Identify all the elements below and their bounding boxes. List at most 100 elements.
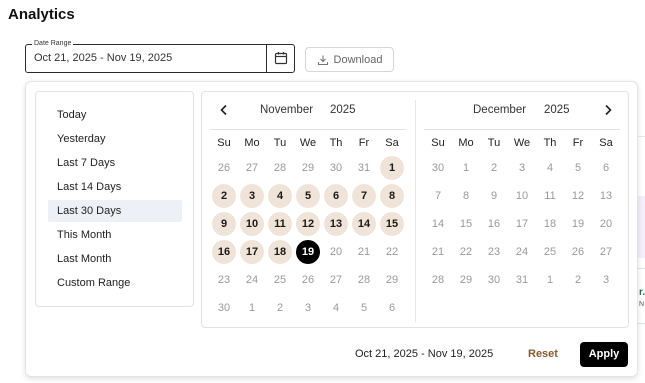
calendar-day[interactable]: 16 (482, 212, 506, 236)
calendar-day[interactable]: 1 (538, 268, 562, 292)
calendar-day[interactable]: 17 (240, 240, 264, 264)
calendar-day[interactable]: 4 (268, 184, 292, 208)
apply-button[interactable]: Apply (580, 342, 628, 367)
preset-last-30-days[interactable]: Last 30 Days (48, 200, 182, 222)
calendar-day[interactable]: 30 (212, 296, 236, 320)
calendar-day[interactable]: 1 (380, 156, 404, 180)
calendar-day[interactable]: 11 (538, 184, 562, 208)
calendar-day[interactable]: 21 (352, 240, 376, 264)
calendar-day[interactable]: 26 (566, 240, 590, 264)
calendar-day[interactable]: 28 (268, 156, 292, 180)
calendar-day[interactable]: 28 (426, 268, 450, 292)
preset-this-month[interactable]: This Month (48, 224, 182, 246)
calendar-day[interactable]: 25 (268, 268, 292, 292)
calendar-day[interactable]: 13 (324, 212, 348, 236)
reset-button[interactable]: Reset (528, 348, 558, 360)
preset-last-14-days[interactable]: Last 14 Days (48, 176, 182, 198)
calendar-day[interactable]: 29 (296, 156, 320, 180)
calendar-day[interactable]: 25 (538, 240, 562, 264)
calendar-day[interactable]: 15 (454, 212, 478, 236)
calendar-day[interactable]: 10 (240, 212, 264, 236)
calendar-day[interactable]: 1 (240, 296, 264, 320)
calendar-day[interactable]: 10 (510, 184, 534, 208)
preset-yesterday[interactable]: Yesterday (48, 128, 182, 150)
year-label-right: 2025 (544, 104, 570, 116)
calendar-day[interactable]: 12 (296, 212, 320, 236)
calendar-day[interactable]: 29 (454, 268, 478, 292)
calendar-day[interactable]: 18 (538, 212, 562, 236)
calendar-day[interactable]: 9 (482, 184, 506, 208)
calendar-day[interactable]: 27 (594, 240, 618, 264)
calendar-day[interactable]: 8 (380, 184, 404, 208)
calendar-day[interactable]: 26 (296, 268, 320, 292)
calendar-day[interactable]: 5 (296, 184, 320, 208)
calendar-day[interactable]: 2 (482, 156, 506, 180)
calendar-day[interactable]: 22 (454, 240, 478, 264)
calendar-day[interactable]: 24 (240, 268, 264, 292)
preset-last-month[interactable]: Last Month (48, 248, 182, 270)
chevron-right-icon[interactable] (602, 104, 614, 116)
calendar-day[interactable]: 30 (426, 156, 450, 180)
calendar-day[interactable]: 5 (352, 296, 376, 320)
calendar-day[interactable]: 7 (426, 184, 450, 208)
weekday-header: We (299, 137, 317, 149)
calendar-day[interactable]: 22 (380, 240, 404, 264)
calendar-day[interactable]: 23 (482, 240, 506, 264)
month-label-left: November (260, 104, 314, 116)
download-button[interactable]: Download (305, 47, 394, 72)
calendar-day[interactable]: 2 (268, 296, 292, 320)
calendar-day[interactable]: 19 (566, 212, 590, 236)
date-range-field[interactable]: Date Range Oct 21, 2025 - Nov 19, 2025 (25, 39, 295, 73)
calendar-day[interactable]: 3 (240, 184, 264, 208)
calendar-day[interactable]: 9 (212, 212, 236, 236)
calendar-day[interactable]: 29 (380, 268, 404, 292)
weekday-header: We (513, 137, 531, 149)
calendar-day[interactable]: 31 (352, 156, 376, 180)
calendar-day[interactable]: 12 (566, 184, 590, 208)
calendar-day[interactable]: 16 (212, 240, 236, 264)
calendar-day[interactable]: 20 (324, 240, 348, 264)
calendar-day[interactable]: 4 (538, 156, 562, 180)
weekday-header: Mo (458, 137, 474, 149)
preset-last-7-days[interactable]: Last 7 Days (48, 152, 182, 174)
calendar-day[interactable]: 3 (510, 156, 534, 180)
calendar-day-selected[interactable]: 19 (296, 240, 320, 264)
calendar-day[interactable]: 8 (454, 184, 478, 208)
calendar-day[interactable]: 26 (212, 156, 236, 180)
calendar-day[interactable]: 3 (594, 268, 618, 292)
calendar-day[interactable]: 28 (352, 268, 376, 292)
calendar-day[interactable]: 3 (296, 296, 320, 320)
calendar-day[interactable]: 17 (510, 212, 534, 236)
date-range-value[interactable]: Oct 21, 2025 - Nov 19, 2025 (34, 52, 172, 64)
calendar-day[interactable]: 14 (352, 212, 376, 236)
calendar-day[interactable]: 31 (510, 268, 534, 292)
preset-today[interactable]: Today (48, 104, 182, 126)
calendar-day[interactable]: 4 (324, 296, 348, 320)
calendar-day[interactable]: 13 (594, 184, 618, 208)
calendar-day[interactable]: 15 (380, 212, 404, 236)
calendar-day[interactable]: 6 (380, 296, 404, 320)
calendar-day[interactable]: 2 (566, 268, 590, 292)
calendar-icon[interactable] (274, 51, 288, 65)
calendar-day[interactable]: 1 (454, 156, 478, 180)
calendar-day[interactable]: 23 (212, 268, 236, 292)
calendar-day[interactable]: 18 (268, 240, 292, 264)
calendar-day[interactable]: 7 (352, 184, 376, 208)
calendar-day[interactable]: 24 (510, 240, 534, 264)
calendar-day[interactable]: 30 (324, 156, 348, 180)
calendar-day[interactable]: 6 (594, 156, 618, 180)
calendar-day[interactable]: 27 (324, 268, 348, 292)
calendar-day[interactable]: 20 (594, 212, 618, 236)
calendar-day[interactable]: 2 (212, 184, 236, 208)
preset-custom-range[interactable]: Custom Range (48, 272, 182, 294)
calendar-divider (415, 100, 416, 322)
weekday-header: Tu (487, 137, 501, 149)
chevron-left-icon[interactable] (218, 104, 230, 116)
calendar-day[interactable]: 30 (482, 268, 506, 292)
calendar-day[interactable]: 14 (426, 212, 450, 236)
calendar-day[interactable]: 27 (240, 156, 264, 180)
calendar-day[interactable]: 11 (268, 212, 292, 236)
calendar-day[interactable]: 6 (324, 184, 348, 208)
calendar-day[interactable]: 21 (426, 240, 450, 264)
calendar-day[interactable]: 5 (566, 156, 590, 180)
